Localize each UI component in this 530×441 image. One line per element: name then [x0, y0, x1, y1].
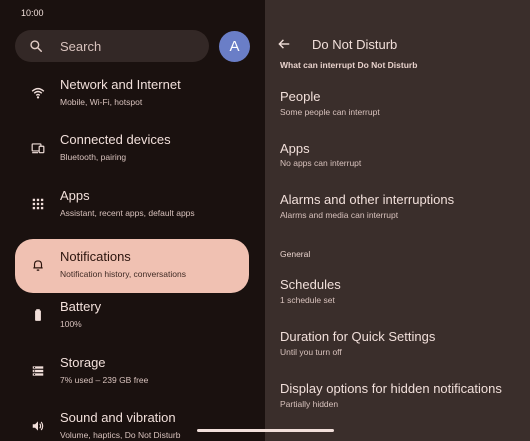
sidebar-item-title: Sound and vibration: [60, 410, 176, 425]
setting-subtitle: Alarms and media can interrupt: [280, 210, 399, 220]
sidebar-item-connected-devices[interactable]: Connected devices Bluetooth, pairing: [15, 122, 249, 176]
back-arrow-icon[interactable]: [277, 37, 291, 51]
detail-title: Do Not Disturb: [312, 37, 398, 52]
sidebar-item-subtitle: Mobile, Wi-Fi, hotspot: [60, 97, 143, 107]
avatar[interactable]: A: [219, 31, 250, 62]
wifi-icon: [31, 87, 45, 99]
search-label: Search: [60, 39, 102, 54]
search-icon: [30, 40, 43, 53]
sidebar-item-storage[interactable]: Storage 7% used – 239 GB free: [15, 345, 249, 399]
setting-subtitle: 1 schedule set: [280, 295, 335, 305]
apps-grid-icon: [32, 198, 44, 210]
sidebar-item-subtitle: 100%: [60, 319, 82, 329]
sidebar-item-subtitle: Volume, haptics, Do Not Disturb: [60, 430, 181, 440]
sidebar-item-title: Network and Internet: [60, 77, 181, 92]
volume-icon: [32, 421, 44, 431]
sidebar-item-subtitle: Notification history, conversations: [60, 269, 186, 279]
setting-subtitle: No apps can interrupt: [280, 158, 362, 168]
detail-pane: Do Not Disturb What can interrupt Do Not…: [265, 0, 530, 441]
search-bar[interactable]: Search: [15, 30, 209, 62]
status-time: 10:00: [21, 8, 44, 18]
setting-title: People: [280, 89, 321, 104]
sidebar-item-title: Connected devices: [60, 132, 171, 147]
setting-title: Display options for hidden notifications: [280, 381, 502, 396]
setting-subtitle: Until you turn off: [280, 347, 342, 357]
setting-title: Duration for Quick Settings: [280, 329, 436, 344]
sidebar-item-network[interactable]: Network and Internet Mobile, Wi-Fi, hots…: [15, 67, 249, 121]
sidebar-item-apps[interactable]: Apps Assistant, recent apps, default app…: [15, 178, 249, 232]
sidebar-item-title: Battery: [60, 299, 102, 314]
setting-title: Schedules: [280, 277, 341, 292]
gesture-nav-bar[interactable]: [197, 429, 334, 432]
sidebar-item-subtitle: Assistant, recent apps, default apps: [60, 208, 195, 218]
setting-subtitle: Some people can interrupt: [280, 107, 380, 117]
sidebar-item-sound[interactable]: Sound and vibration Volume, haptics, Do …: [15, 400, 249, 441]
section-header-general: General: [280, 249, 311, 259]
sidebar-item-battery[interactable]: Battery 100%: [15, 289, 249, 343]
sidebar-item-title: Notifications: [60, 249, 131, 264]
sidebar-item-title: Apps: [60, 188, 90, 203]
sidebar-item-subtitle: Bluetooth, pairing: [60, 152, 127, 162]
detail-header: [265, 0, 530, 62]
bell-icon: [33, 260, 43, 271]
setting-subtitle: Partially hidden: [280, 399, 339, 409]
settings-sidebar: 10:00 Search A Network and Internet Mobi…: [0, 0, 265, 441]
setting-title: Alarms and other interruptions: [280, 192, 455, 207]
storage-icon: [32, 366, 44, 376]
section-header-interruptions: What can interrupt Do Not Disturb: [280, 60, 418, 70]
battery-icon: [35, 309, 41, 321]
sidebar-item-notifications[interactable]: Notifications Notification history, conv…: [15, 239, 249, 293]
sidebar-item-subtitle: 7% used – 239 GB free: [60, 375, 149, 385]
sidebar-item-title: Storage: [60, 355, 106, 370]
setting-title: Apps: [280, 141, 310, 156]
devices-icon: [31, 143, 45, 154]
